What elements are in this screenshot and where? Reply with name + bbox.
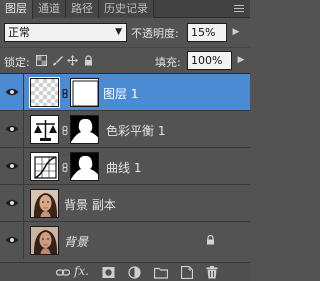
visibility-toggle[interactable] bbox=[0, 74, 24, 111]
blend-opacity-row: 正常 ▼ 不透明度: 15% ▶ bbox=[0, 19, 250, 46]
link-icon[interactable] bbox=[62, 163, 68, 172]
layer-row[interactable]: 图层 1 bbox=[0, 74, 250, 111]
tab-paths[interactable]: 路径 bbox=[66, 0, 99, 18]
tab-history[interactable]: 历史记录 bbox=[99, 0, 154, 18]
visibility-toggle[interactable] bbox=[0, 111, 24, 148]
portrait-photo-icon bbox=[31, 227, 58, 254]
lock-move-icon[interactable] bbox=[67, 55, 78, 66]
eye-icon bbox=[5, 88, 19, 96]
layer-row[interactable]: 色彩平衡 1 bbox=[0, 111, 250, 148]
fill-label: 填充: bbox=[155, 56, 181, 69]
add-mask-icon[interactable] bbox=[102, 266, 115, 279]
panel-menu-icon[interactable] bbox=[232, 3, 246, 15]
layer-list: 图层 1 色彩平衡 1 曲线 1 背景 副本 背景 bbox=[0, 73, 250, 262]
layer-name[interactable]: 色彩平衡 1 bbox=[106, 122, 165, 139]
lock-transparent-icon[interactable] bbox=[36, 55, 47, 66]
layer-name[interactable]: 背景 bbox=[64, 233, 88, 250]
fill-input[interactable]: 100% bbox=[187, 51, 232, 70]
eye-icon bbox=[5, 125, 19, 133]
eye-icon bbox=[5, 162, 19, 170]
opacity-label: 不透明度: bbox=[131, 27, 179, 40]
layer-name[interactable]: 图层 1 bbox=[103, 85, 138, 102]
adjustment-thumbnail[interactable] bbox=[30, 152, 59, 181]
lock-fill-row: 锁定: 填充: 100% ▶ bbox=[0, 47, 250, 73]
lock-paint-icon[interactable] bbox=[52, 55, 63, 66]
layer-row[interactable]: 曲线 1 bbox=[0, 148, 250, 185]
blend-mode-value: 正常 bbox=[8, 26, 30, 39]
fx-icon[interactable]: fx. bbox=[74, 264, 89, 278]
panel-tab-bar: 图层 通道 路径 历史记录 bbox=[0, 0, 250, 19]
layer-mask-thumbnail[interactable] bbox=[70, 152, 99, 181]
curves-icon bbox=[34, 156, 57, 179]
link-icon[interactable] bbox=[62, 126, 68, 135]
opacity-input[interactable]: 15% bbox=[187, 23, 227, 42]
layer-mask-thumbnail[interactable] bbox=[70, 115, 99, 144]
tab-layers[interactable]: 图层 bbox=[0, 0, 33, 19]
layer-lock-icon bbox=[207, 235, 214, 245]
link-layers-icon[interactable] bbox=[56, 266, 70, 279]
layer-thumbnail[interactable] bbox=[29, 77, 60, 108]
tab-channels[interactable]: 通道 bbox=[33, 0, 66, 18]
blend-mode-dropdown[interactable]: 正常 ▼ bbox=[4, 23, 127, 42]
portrait-photo-icon bbox=[31, 190, 58, 217]
visibility-toggle[interactable] bbox=[0, 185, 24, 222]
mask-silhouette-icon bbox=[71, 118, 98, 143]
lock-all-icon[interactable] bbox=[83, 55, 94, 66]
layer-row[interactable]: 背景 副本 bbox=[0, 185, 250, 222]
mask-shape-icon bbox=[72, 80, 98, 106]
visibility-toggle[interactable] bbox=[0, 148, 24, 185]
color-balance-icon bbox=[34, 120, 57, 141]
layer-mask-thumbnail[interactable] bbox=[70, 78, 99, 107]
layer-thumbnail[interactable] bbox=[30, 189, 59, 218]
eye-icon bbox=[5, 199, 19, 207]
adjustment-thumbnail[interactable] bbox=[30, 115, 59, 144]
eye-icon bbox=[5, 236, 19, 244]
delete-layer-icon[interactable] bbox=[206, 266, 218, 279]
layers-bottom-toolbar: fx. bbox=[0, 262, 250, 281]
link-icon[interactable] bbox=[62, 89, 68, 98]
layer-name[interactable]: 曲线 1 bbox=[106, 159, 141, 176]
lock-label: 锁定: bbox=[4, 56, 30, 69]
layer-row[interactable]: 背景 bbox=[0, 222, 250, 259]
new-group-icon[interactable] bbox=[154, 266, 168, 279]
mask-silhouette-icon bbox=[71, 155, 98, 180]
fill-slider-toggle-icon[interactable]: ▶ bbox=[234, 51, 248, 70]
new-layer-icon[interactable] bbox=[181, 266, 193, 279]
visibility-toggle[interactable] bbox=[0, 222, 24, 259]
layer-thumbnail[interactable] bbox=[30, 226, 59, 255]
opacity-slider-toggle-icon[interactable]: ▶ bbox=[229, 23, 243, 42]
adjustment-layer-icon[interactable] bbox=[128, 266, 141, 279]
layer-name[interactable]: 背景 副本 bbox=[64, 196, 116, 213]
chevron-down-icon: ▼ bbox=[115, 27, 122, 37]
